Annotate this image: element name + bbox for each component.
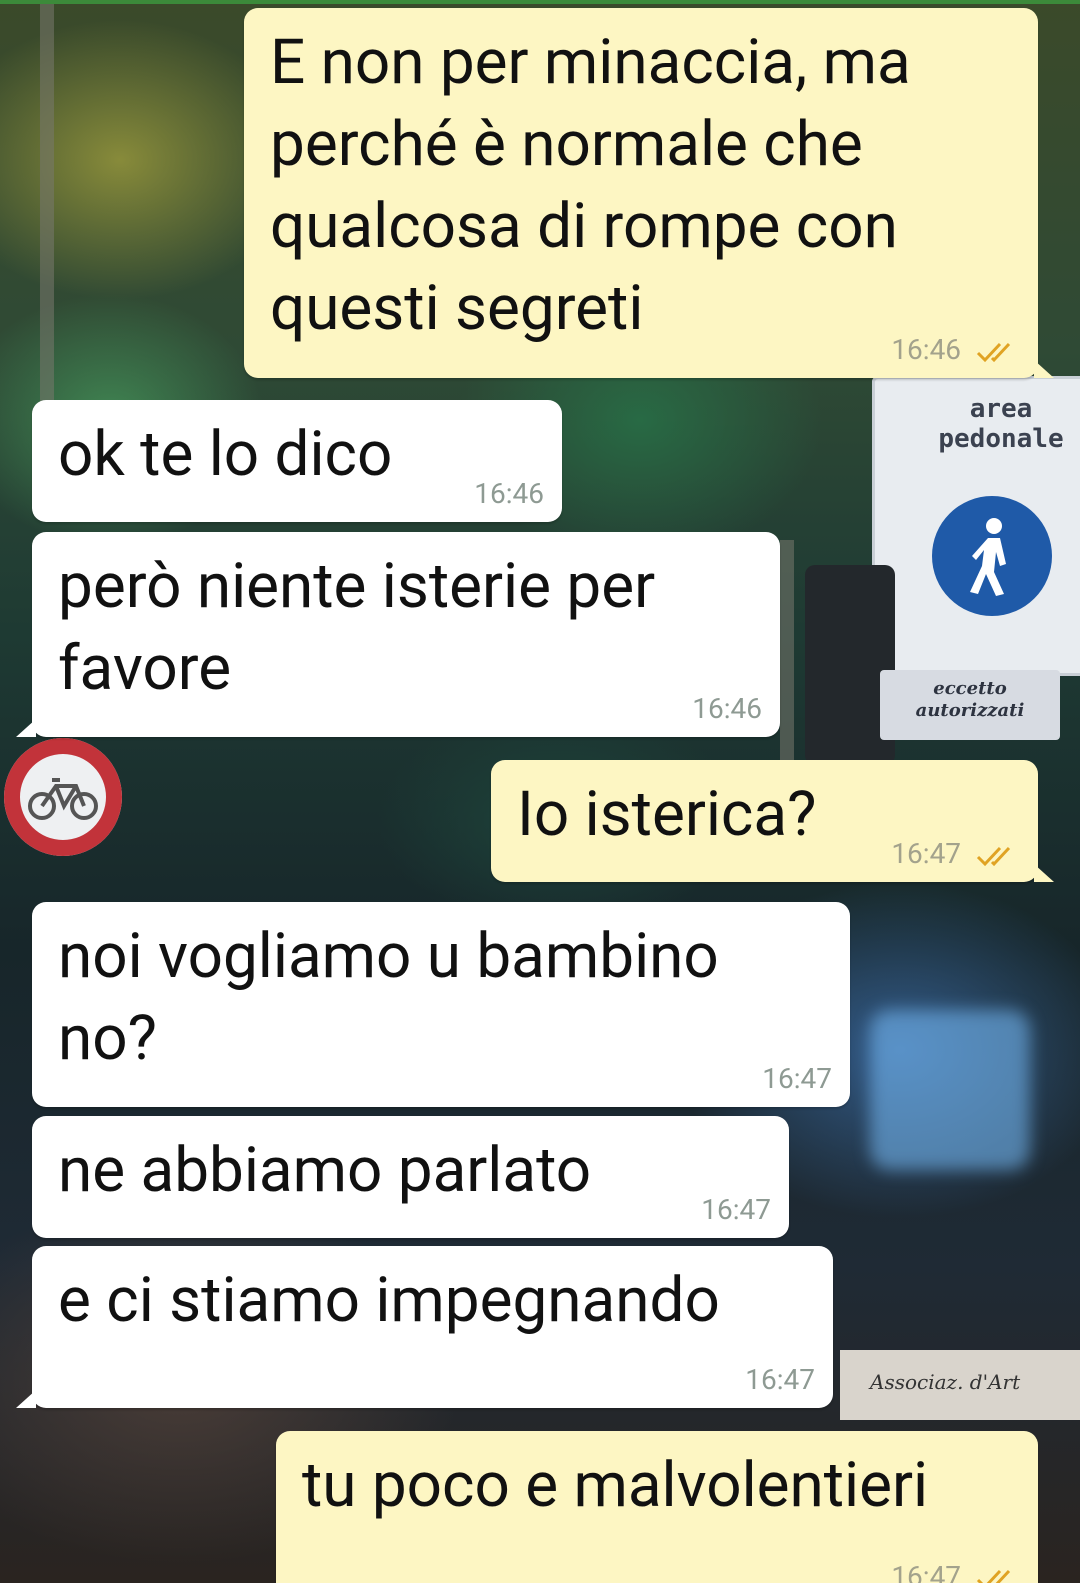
message-incoming[interactable]: ok te lo dico 16:46 <box>32 400 562 522</box>
bubble-tail <box>1034 360 1054 378</box>
message-text: e ci stiamo impegnando <box>58 1264 720 1337</box>
message-time: 16:47 <box>745 1363 815 1396</box>
message-text: ne abbiamo parlato <box>58 1134 592 1207</box>
double-check-icon <box>976 342 1011 362</box>
message-incoming[interactable]: e ci stiamo impegnando 16:47 <box>16 1246 833 1408</box>
message-meta: 16:47 <box>891 1561 1020 1583</box>
double-check-icon <box>976 1569 1011 1583</box>
message-time: 16:46 <box>692 692 762 725</box>
message-incoming[interactable]: ne abbiamo parlato 16:47 <box>32 1116 789 1238</box>
message-incoming[interactable]: però niente isterie per favore 16:46 <box>16 532 780 737</box>
message-outgoing[interactable]: E non per minaccia, ma perché è normale … <box>244 8 1054 378</box>
message-text: tu poco e malvolentieri <box>302 1449 929 1522</box>
message-meta: 16:47 <box>891 838 1020 870</box>
message-outgoing[interactable]: Io isterica? 16:47 <box>491 760 1054 882</box>
message-text: ok te lo dico <box>58 418 393 491</box>
double-check-icon <box>976 846 1011 866</box>
bubble-tail <box>1034 864 1054 882</box>
message-meta: 16:46 <box>891 334 1020 366</box>
message-time: 16:47 <box>891 1560 962 1583</box>
message-time: 16:46 <box>474 477 544 510</box>
message-time: 16:47 <box>701 1193 771 1226</box>
message-time: 16:47 <box>762 1062 832 1095</box>
chat-thread: E non per minaccia, ma perché è normale … <box>0 0 1080 1583</box>
message-time: 16:47 <box>891 837 962 870</box>
message-text: noi vogliamo u bambino no? <box>58 920 719 1075</box>
message-outgoing[interactable]: tu poco e malvolentieri 16:47 <box>276 1431 1038 1583</box>
bubble-tail <box>16 1390 36 1408</box>
message-text: però niente isterie per favore <box>58 550 656 705</box>
message-time: 16:46 <box>891 333 962 366</box>
bubble-tail <box>16 719 36 737</box>
message-incoming[interactable]: noi vogliamo u bambino no? 16:47 <box>32 902 850 1107</box>
message-text: E non per minaccia, ma perché è normale … <box>270 26 911 345</box>
